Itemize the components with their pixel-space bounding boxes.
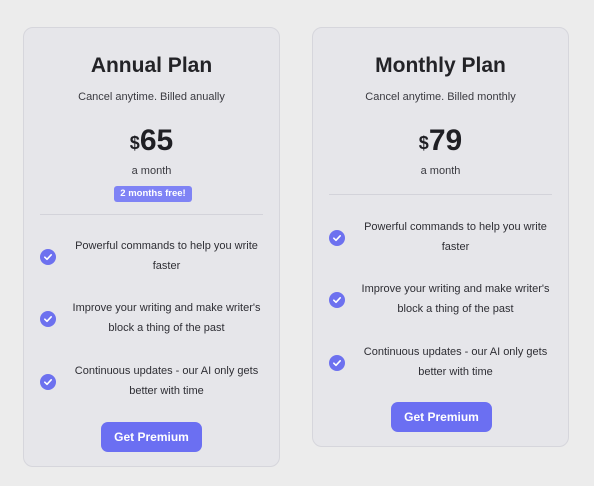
feature-text: Powerful commands to help you write fast… [75,240,258,272]
plan-price: $79 [313,124,568,158]
plan-price: $65 [24,124,279,158]
check-circle-icon [329,292,345,308]
plan-title: Annual Plan [90,54,213,77]
free-months-badge: 2 months free! [114,186,192,202]
feature-item: Powerful commands to help you write fast… [313,217,568,257]
check-circle-icon [329,230,345,246]
feature-text: Improve your writing and make writer's b… [72,302,261,334]
divider [329,194,552,195]
check-circle-icon [40,311,56,327]
price-currency: $ [129,133,140,153]
check-circle-icon [40,249,56,265]
get-premium-button[interactable]: Get Premium [391,402,492,432]
check-circle-icon [40,374,56,390]
price-currency: $ [418,133,429,153]
feature-item: Continuous updates - our AI only gets be… [313,342,568,382]
price-amount: 79 [428,124,463,157]
feature-item: Improve your writing and make writer's b… [24,298,279,338]
annual-plan-card: Annual Plan Cancel anytime. Billed anual… [23,27,280,467]
feature-text: Continuous updates - our AI only gets be… [363,346,548,378]
divider [40,214,263,215]
get-premium-button[interactable]: Get Premium [101,422,202,452]
price-period: a month [420,165,461,177]
feature-text: Improve your writing and make writer's b… [361,283,550,315]
price-amount: 65 [139,124,174,157]
price-period: a month [131,165,172,177]
feature-item: Powerful commands to help you write fast… [24,236,279,276]
monthly-plan-card: Monthly Plan Cancel anytime. Billed mont… [312,27,569,447]
plan-subtitle: Cancel anytime. Billed anually [78,91,225,103]
plan-title: Monthly Plan [375,54,506,77]
feature-text: Powerful commands to help you write fast… [364,221,547,253]
plan-subtitle: Cancel anytime. Billed monthly [365,91,516,103]
check-circle-icon [329,355,345,371]
feature-item: Improve your writing and make writer's b… [313,279,568,319]
feature-item: Continuous updates - our AI only gets be… [24,361,279,401]
feature-text: Continuous updates - our AI only gets be… [74,365,259,397]
